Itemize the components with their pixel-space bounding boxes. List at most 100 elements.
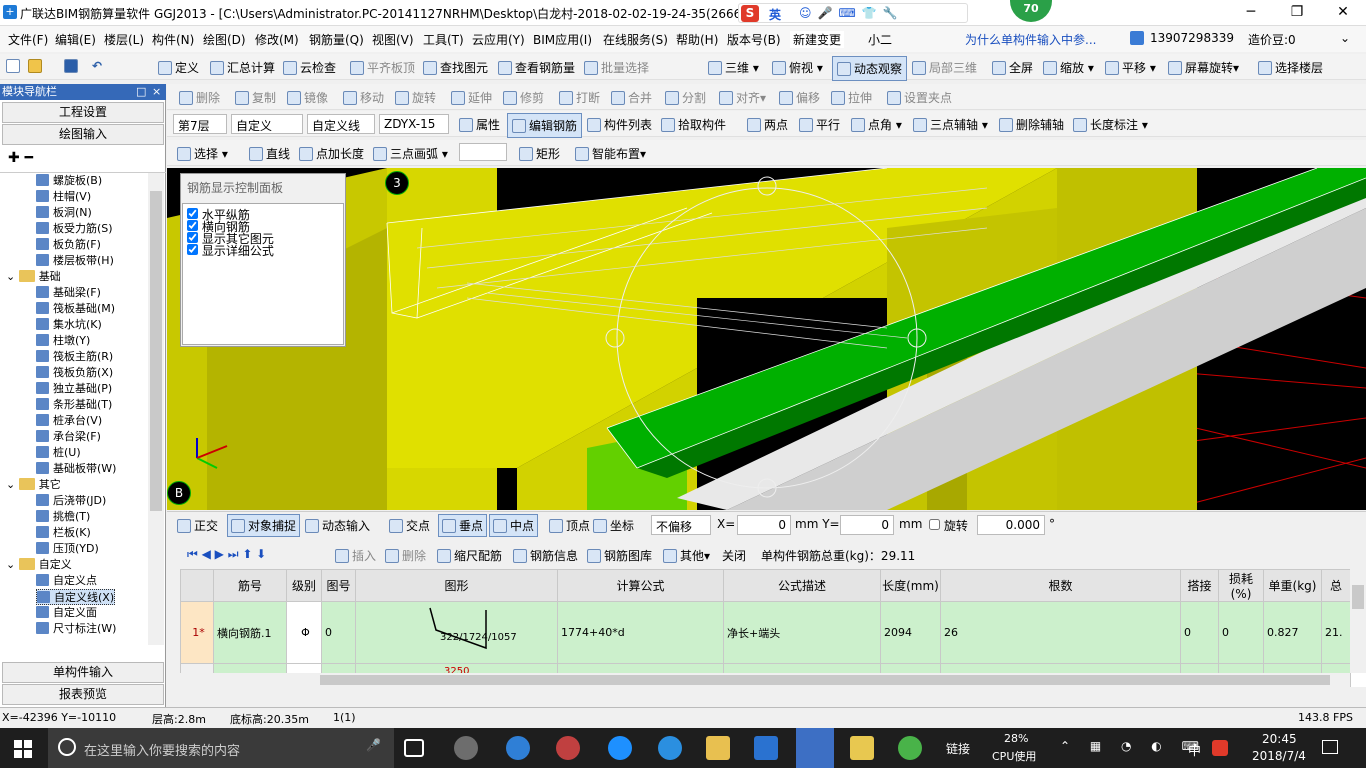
clock-date[interactable]: 2018/7/4 (1252, 749, 1306, 763)
tree-item[interactable]: 板负筋(F) (36, 237, 101, 253)
local-3d-button[interactable]: 局部三维 (912, 59, 977, 76)
grid-vscrollbar[interactable] (1350, 569, 1366, 673)
menu-bim[interactable]: BIM应用(I) (533, 31, 592, 48)
stretch-button[interactable]: 拉伸 (831, 89, 872, 106)
tree-item[interactable]: 板洞(N) (36, 205, 92, 221)
tree-item[interactable]: 基础梁(F) (36, 285, 101, 301)
edit-rebar-button[interactable]: 编辑钢筋 (507, 113, 583, 138)
col-bar-no[interactable]: 筋号 (213, 569, 287, 602)
notice-link[interactable]: 为什么单构件输入中参... (965, 31, 1096, 48)
mirror-button[interactable]: 镜像 (287, 89, 328, 106)
x-input[interactable]: 0 (737, 515, 791, 535)
3d-view-button[interactable]: 三维 ▾ (708, 59, 759, 76)
close-grid-button[interactable]: 关闭 (722, 547, 746, 564)
rebar-info-button[interactable]: 钢筋信息 (513, 547, 578, 564)
define-button[interactable]: 定义 (158, 59, 199, 76)
tree-item[interactable]: 自定义点 (36, 573, 97, 589)
rectangle-button[interactable]: 矩形 (519, 145, 560, 162)
close-button[interactable]: ✕ (1320, 0, 1366, 26)
tree-item[interactable]: 集水坑(K) (36, 317, 102, 333)
open-folder-icon[interactable] (28, 59, 45, 73)
coins[interactable]: 造价豆:0 (1248, 31, 1296, 48)
single-component-input-button[interactable]: 单构件输入 (2, 662, 164, 683)
menu-new-change[interactable]: 新建变更 (790, 31, 845, 48)
calc-summary-button[interactable]: 汇总计算 (210, 59, 275, 76)
align-slab-top-button[interactable]: 平齐板顶 (350, 59, 415, 76)
tree-item[interactable]: 后浇带(JD) (36, 493, 106, 509)
tree-item[interactable]: 板受力筋(S) (36, 221, 113, 237)
offset-select[interactable]: 不偏移 (651, 515, 711, 535)
top-view-button[interactable]: 俯视 ▾ (772, 59, 823, 76)
coordinate-snap-button[interactable]: 坐标 (593, 517, 634, 534)
menu-floor[interactable]: 楼层(L) (104, 31, 144, 48)
menu-help[interactable]: 帮助(H) (676, 31, 718, 48)
rotate-checkbox[interactable]: 旋转 (929, 517, 968, 534)
three-point-axis-button[interactable]: 三点辅轴 ▾ (913, 116, 988, 133)
dynamic-observe-button[interactable]: 动态观察 (832, 56, 908, 81)
windows-start-icon[interactable] (14, 740, 32, 758)
tree-item[interactable]: 桩承台(V) (36, 413, 102, 429)
undo-icon[interactable]: ↶ (92, 59, 102, 73)
col-total[interactable]: 总 (1321, 569, 1351, 602)
align-button[interactable]: 对齐▾ (719, 89, 766, 106)
report-preview-button[interactable]: 报表预览 (2, 684, 164, 705)
zoom-button[interactable]: 缩放 ▾ (1043, 59, 1094, 76)
intersection-snap-button[interactable]: 交点 (389, 517, 430, 534)
input-lang[interactable]: 中 (1188, 740, 1201, 759)
batch-select-button[interactable]: 批量选择 (584, 59, 649, 76)
phone-number[interactable]: 13907298339 (1150, 31, 1234, 45)
type-select[interactable]: 自定义 (231, 114, 303, 134)
scale-rebar-button[interactable]: 缩尺配筋 (437, 547, 502, 564)
pick-component-button[interactable]: 拾取构件 (661, 116, 726, 133)
app-fan-icon[interactable] (454, 736, 478, 760)
tree-item[interactable]: 桩(U) (36, 445, 81, 461)
tree-item[interactable]: 筏板基础(M) (36, 301, 115, 317)
edge-blue-icon[interactable] (608, 736, 632, 760)
tree-item[interactable]: 螺旋板(B) (36, 173, 102, 189)
menu-tools[interactable]: 工具(T) (423, 31, 464, 48)
menu-view[interactable]: 视图(V) (372, 31, 414, 48)
tree-item[interactable]: 筏板负筋(X) (36, 365, 113, 381)
col-grade[interactable]: 级别 (286, 569, 322, 602)
app-chrome-like-icon[interactable] (556, 736, 580, 760)
three-point-arc-button[interactable]: 三点画弧 ▾ (373, 145, 448, 162)
subtype-select[interactable]: 自定义线 (307, 114, 375, 134)
project-settings-button[interactable]: 工程设置 (2, 102, 164, 123)
menu-component[interactable]: 构件(N) (152, 31, 194, 48)
link-label[interactable]: 链接 (946, 740, 970, 757)
view-rebar-qty-button[interactable]: 查看钢筋量 (498, 59, 575, 76)
expand-icon[interactable]: ⌄ (6, 270, 19, 283)
tree-item[interactable]: 挑檐(T) (36, 509, 90, 525)
break-button[interactable]: 打断 (559, 89, 600, 106)
nav-arrows[interactable]: ⏮ ◀ ▶ ⏭ ⬆ ⬇ (187, 547, 266, 562)
menu-modify[interactable]: 修改(M) (255, 31, 299, 48)
tree-item[interactable]: 自定义面 (36, 605, 97, 621)
col-lap[interactable]: 搭接 (1180, 569, 1219, 602)
tree-item[interactable]: 柱墩(Y) (36, 333, 90, 349)
col-formula[interactable]: 计算公式 (557, 569, 724, 602)
delete-row-button[interactable]: 删除 (385, 547, 426, 564)
panel-close-icon[interactable]: × (152, 84, 161, 100)
delete-axis-button[interactable]: 删除辅轴 (999, 116, 1064, 133)
3d-viewport[interactable]: 3 B (167, 168, 1366, 510)
glodon-g-icon[interactable] (754, 736, 778, 760)
tray-icons[interactable]: ⌃ ▦ ◔ ◐ ⌨ (1060, 739, 1207, 753)
tree-scrollbar[interactable] (148, 173, 164, 645)
col-loss[interactable]: 损耗(%) (1218, 569, 1264, 602)
file-explorer-icon[interactable] (706, 736, 730, 760)
copy-button[interactable]: 复制 (235, 89, 276, 106)
object-snap-button[interactable]: 对象捕捉 (227, 514, 301, 537)
line-button[interactable]: 直线 (249, 145, 290, 162)
menu-edit[interactable]: 编辑(E) (55, 31, 96, 48)
smart-layout-button[interactable]: 智能布置▾ (575, 145, 646, 162)
ggj-active-icon[interactable] (796, 728, 834, 768)
extend-button[interactable]: 延伸 (451, 89, 492, 106)
score-badge[interactable]: 70 (1010, 0, 1052, 22)
tree-item[interactable]: 筏板主筋(R) (36, 349, 113, 365)
rotate-button[interactable]: 旋转 (395, 89, 436, 106)
ortho-button[interactable]: 正交 (177, 517, 218, 534)
length-dimension-button[interactable]: 长度标注 ▾ (1073, 116, 1148, 133)
tree-item[interactable]: 尺寸标注(W) (36, 621, 116, 637)
split-button[interactable]: 分割 (665, 89, 706, 106)
ie-icon[interactable] (658, 736, 682, 760)
